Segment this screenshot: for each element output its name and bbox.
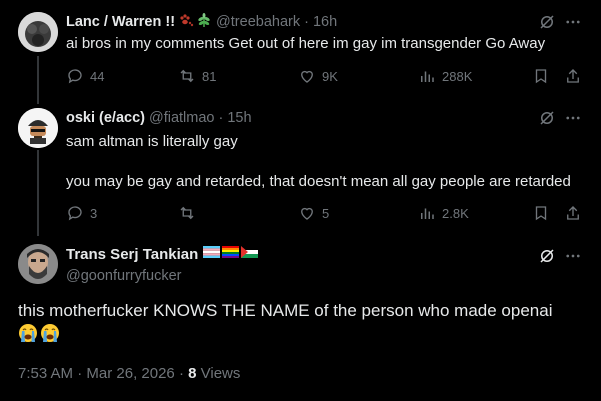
grok-icon[interactable] <box>537 246 557 266</box>
bookmark-icon <box>535 69 547 84</box>
repost-icon <box>180 206 194 220</box>
separator: · <box>77 365 83 382</box>
views-count: 288K <box>442 68 473 84</box>
analytics-icon <box>421 208 434 219</box>
reply-post-2[interactable]: oski (e/acc) @fiatlmao · 15h sam altman … <box>0 100 601 232</box>
transgender-flag-icon <box>203 245 221 263</box>
views-count: 8 <box>188 365 197 382</box>
separator: · <box>178 365 184 382</box>
post-meta: 7:53 AM · Mar 26, 2026 · 8 Views <box>18 365 240 382</box>
share-icon <box>567 69 579 83</box>
like-button[interactable]: 5 <box>298 203 329 223</box>
repost-icon <box>180 69 194 83</box>
author-name[interactable]: oski (e/acc) <box>66 110 145 126</box>
more-options-icon[interactable] <box>563 108 583 128</box>
reply-icon <box>68 206 82 221</box>
heart-icon <box>301 70 313 83</box>
repost-count: 81 <box>202 68 217 84</box>
avatar[interactable] <box>18 244 58 284</box>
post-date[interactable]: Mar 26, 2026 <box>86 365 174 382</box>
name-flair <box>203 245 259 263</box>
reply-button[interactable]: 3 <box>66 203 97 223</box>
post-time[interactable]: 16h <box>313 14 337 30</box>
like-button[interactable]: 9K <box>298 66 338 86</box>
reply-button[interactable]: 44 <box>66 66 104 86</box>
rainbow-flag-icon <box>222 245 240 263</box>
main-post-name-row: Trans Serj Tankian <box>66 244 259 264</box>
repost-button[interactable] <box>178 203 202 223</box>
separator: · <box>304 14 309 30</box>
action-bar: 3 5 2.8K <box>58 203 587 223</box>
name-flair <box>178 12 212 32</box>
more-options-icon[interactable] <box>563 12 583 32</box>
repost-button[interactable]: 81 <box>178 66 216 86</box>
reply-count: 3 <box>90 205 98 221</box>
grok-icon[interactable] <box>537 108 557 128</box>
like-count: 5 <box>322 205 330 221</box>
author-name[interactable]: Lanc / Warren !! <box>66 14 175 30</box>
palestine-flag-icon <box>241 245 259 263</box>
reply-icon <box>68 69 82 84</box>
share-button[interactable] <box>564 66 582 86</box>
post-time[interactable]: 7:53 AM <box>18 365 73 382</box>
loudly-crying-face-icon <box>40 323 60 343</box>
share-button[interactable] <box>564 203 582 223</box>
post-header: oski (e/acc) @fiatlmao · 15h <box>66 108 537 128</box>
post-text: ai bros in my comments Get out of here i… <box>66 35 546 52</box>
author-handle[interactable]: @goonfurryfucker <box>66 268 181 284</box>
avatar[interactable] <box>18 108 58 148</box>
author-name[interactable]: Trans Serj Tankian <box>66 246 198 263</box>
more-options-icon[interactable] <box>563 246 583 266</box>
views-button[interactable]: 288K <box>418 66 472 86</box>
bookmark-icon <box>535 206 547 221</box>
views-count: 2.8K <box>442 205 469 221</box>
action-bar: 44 81 9K 288K <box>58 66 587 86</box>
reply-count: 44 <box>90 68 105 84</box>
post-header: Lanc / Warren !! @treebahark · 16h <box>66 12 537 32</box>
loudly-crying-face-icon <box>18 323 38 343</box>
author-handle[interactable]: @fiatlmao <box>149 110 215 126</box>
thread-view: Lanc / Warren !! @treebahark · 16h ai br… <box>0 0 601 401</box>
grok-icon[interactable] <box>537 12 557 32</box>
views-button[interactable]: 2.8K <box>418 203 469 223</box>
reply-post-1[interactable]: Lanc / Warren !! @treebahark · 16h ai br… <box>0 0 601 100</box>
heart-icon <box>301 207 313 220</box>
herb-icon <box>196 12 212 32</box>
post-text: this motherfucker KNOWS THE NAME of the … <box>18 301 553 320</box>
paw-prints-icon <box>178 12 194 32</box>
bookmark-button[interactable] <box>532 203 550 223</box>
bookmark-button[interactable] <box>532 66 550 86</box>
avatar[interactable] <box>18 12 58 52</box>
main-post-handle-row: @goonfurryfucker <box>66 266 181 286</box>
share-icon <box>567 206 579 220</box>
views-label: Views <box>200 365 241 382</box>
post-text: sam altman is literally gay you may be g… <box>66 133 571 190</box>
like-count: 9K <box>322 68 338 84</box>
main-post-text-block: this motherfucker KNOWS THE NAME of the … <box>18 299 585 347</box>
separator: · <box>218 110 224 126</box>
author-handle[interactable]: @treebahark <box>216 14 300 30</box>
post-time[interactable]: 15h <box>227 110 251 126</box>
analytics-icon <box>421 71 434 82</box>
